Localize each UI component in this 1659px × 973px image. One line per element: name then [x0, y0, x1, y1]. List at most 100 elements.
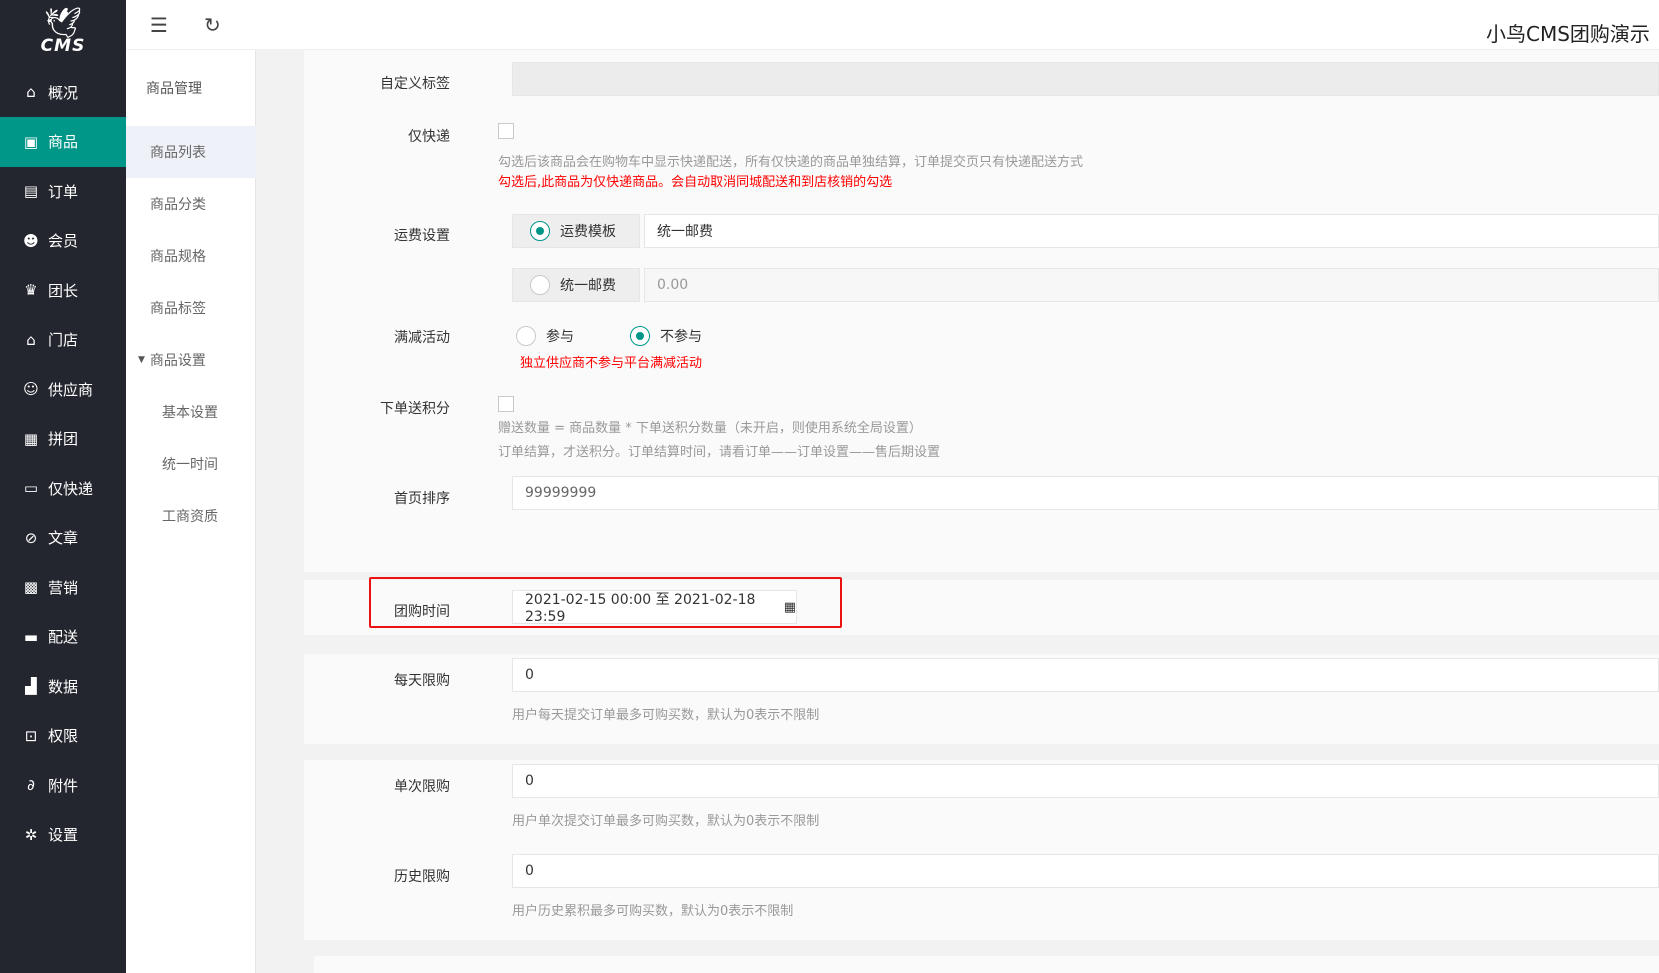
- caret-down-icon: ▼: [138, 355, 145, 365]
- history-limit-hint: 用户历史累积最多可购买数，默认为0表示不限制: [512, 904, 794, 919]
- sidebar-item-14[interactable]: ∂ 附件: [0, 760, 126, 810]
- product-icon: ▣: [23, 132, 39, 151]
- form-card-next: [304, 956, 1659, 973]
- sidebar-item-label: 会员: [48, 232, 79, 250]
- sidebar-item-label: 设置: [48, 826, 79, 844]
- sidebar-item-label: 概况: [48, 83, 79, 102]
- sidebar-item-15[interactable]: ✲ 设置: [0, 810, 126, 860]
- sidebar-item-1[interactable]: ▣ 商品: [0, 116, 126, 167]
- sidebar-item-6[interactable]: ☺ 供应商: [0, 364, 126, 414]
- sidebar-item-0[interactable]: ⌂ 概况: [0, 67, 126, 117]
- subnav-item-product-list[interactable]: 商品列表: [126, 126, 256, 178]
- shipping-label: 运费设置: [394, 228, 450, 244]
- subnav-label: 工商资质: [162, 509, 218, 525]
- subnav-label: 统一时间: [162, 457, 218, 473]
- shipping-template-radio[interactable]: 运费模板: [530, 217, 616, 245]
- discount-warning: 独立供应商不参与平台满减活动: [520, 356, 703, 371]
- radio-unchecked-icon: [530, 275, 550, 295]
- daily-limit-label: 每天限购: [394, 673, 450, 689]
- express-only-hint: 勾选后该商品会在购物车中显示快递配送，所有仅快递的商品单独结算，订单提交页只有快…: [498, 155, 1084, 170]
- settings-icon: ✲: [24, 825, 38, 844]
- custom-tag-input[interactable]: [512, 62, 1659, 96]
- supplier-icon: ☺: [23, 380, 39, 398]
- subnav-label: 商品列表: [150, 145, 206, 161]
- discount-skip-radio[interactable]: 不参与: [630, 322, 702, 350]
- subnav-label: 商品设置: [149, 353, 206, 369]
- radio-label: 统一邮费: [560, 278, 616, 294]
- subnav-group-product-settings[interactable]: ▼ 商品设置: [126, 334, 256, 386]
- refresh-icon[interactable]: ↻: [204, 13, 221, 37]
- order-icon: ▤: [23, 182, 39, 200]
- delivery-icon: ▬: [23, 627, 39, 646]
- home-icon: ⌂: [26, 83, 36, 101]
- subnav-item-product-spec[interactable]: 商品规格: [126, 230, 256, 282]
- subnav-item-unified-time[interactable]: 统一时间: [126, 438, 256, 490]
- express-only-checkbox[interactable]: [498, 123, 514, 139]
- sidebar-item-label: 订单: [48, 182, 79, 201]
- sidebar-item-13[interactable]: ⊡ 权限: [0, 711, 126, 761]
- logo[interactable]: 🕊 CMS: [0, 0, 126, 64]
- subnav-label: 商品管理: [146, 81, 202, 97]
- shipping-flat-input[interactable]: 0.00: [644, 268, 1659, 302]
- sidebar-item-2[interactable]: ▤ 订单: [0, 166, 126, 216]
- sidebar-item-10[interactable]: ▩ 营销: [0, 562, 126, 612]
- member-icon: ☻: [23, 231, 39, 250]
- sidebar-item-label: 权限: [48, 727, 79, 745]
- leader-icon: ♛: [24, 281, 38, 299]
- sidebar-item-7[interactable]: ▦ 拼团: [0, 414, 126, 464]
- subnav-item-basic-settings[interactable]: 基本设置: [126, 386, 256, 438]
- single-limit-input[interactable]: 0: [512, 764, 1659, 798]
- shipping-template-select[interactable]: 统一邮费: [644, 214, 1659, 248]
- sidebar-item-label: 营销: [48, 578, 79, 597]
- subnav-item-business-qualification[interactable]: 工商资质: [126, 490, 256, 542]
- collapse-menu-icon[interactable]: ☰: [150, 13, 168, 37]
- subnav-label: 商品标签: [150, 301, 206, 317]
- sidebar-item-label: 商品: [48, 133, 79, 151]
- sidebar-item-label: 拼团: [48, 430, 79, 448]
- site-title[interactable]: 小鸟CMS团购演示: [1486, 18, 1650, 47]
- attachment-icon: ∂: [27, 776, 35, 794]
- shipping-flat-radio[interactable]: 统一邮费: [530, 271, 616, 299]
- sidebar-item-5[interactable]: ⌂ 门店: [0, 315, 126, 365]
- subnav-label: 商品分类: [150, 197, 206, 213]
- sort-input[interactable]: 99999999: [512, 476, 1659, 510]
- history-limit-label: 历史限购: [394, 869, 450, 885]
- radio-unchecked-icon: [516, 326, 536, 346]
- sidebar-item-label: 文章: [48, 529, 79, 547]
- store-icon: ⌂: [26, 330, 36, 349]
- single-limit-hint: 用户单次提交订单最多可购买数，默认为0表示不限制: [512, 814, 820, 829]
- subnav-item-product-tag[interactable]: 商品标签: [126, 282, 256, 334]
- radio-checked-icon: [530, 221, 550, 241]
- express-icon: ▭: [23, 479, 39, 497]
- sidebar-item-11[interactable]: ▬ 配送: [0, 612, 126, 662]
- data-icon: ▟: [25, 677, 37, 695]
- express-only-label: 仅快递: [408, 129, 450, 145]
- sidebar-item-3[interactable]: ☻ 会员: [0, 216, 126, 266]
- points-checkbox[interactable]: [498, 396, 514, 412]
- logo-text: CMS: [40, 36, 86, 56]
- sidebar-item-label: 附件: [48, 776, 79, 795]
- sidebar-item-label: 配送: [48, 628, 79, 646]
- sidebar-item-label: 供应商: [48, 380, 94, 399]
- single-limit-label: 单次限购: [394, 779, 450, 795]
- permission-icon: ⊡: [24, 726, 38, 745]
- subnav-item-product-category[interactable]: 商品分类: [126, 178, 256, 230]
- points-label: 下单送积分: [380, 401, 450, 417]
- sidebar-item-9[interactable]: ⊘ 文章: [0, 513, 126, 563]
- sidebar-item-4[interactable]: ♛ 团长: [0, 265, 126, 315]
- subnav-label: 商品规格: [150, 249, 206, 265]
- sidebar-item-8[interactable]: ▭ 仅快递: [0, 463, 126, 513]
- form-card-basic: 自定义标签 仅快递 勾选后该商品会在购物车中显示快递配送，所有仅快递的商品单独结…: [304, 50, 1659, 572]
- daily-limit-input[interactable]: 0: [512, 658, 1659, 692]
- discount-join-radio[interactable]: 参与: [516, 322, 574, 350]
- sidebar-item-label: 仅快递: [48, 479, 94, 498]
- main-sidebar: 🕊 CMS ⌂ 概况 ▣ 商品 ▤ 订单 ☻ 会员 ♛ 团长 ⌂ 门店 ☺ 供应商 ▦ 拼团 ▭ 仅快递 ⊘ 文章 ▩ 营…: [0, 0, 126, 973]
- sidebar-item-12[interactable]: ▟ 数据: [0, 661, 126, 711]
- history-limit-input[interactable]: 0: [512, 854, 1659, 888]
- group-buy-icon: ▦: [23, 429, 39, 448]
- sort-label: 首页排序: [394, 491, 450, 507]
- discount-label: 满减活动: [394, 330, 450, 346]
- sidebar-item-label: 门店: [48, 331, 79, 349]
- sidebar-item-label: 数据: [48, 677, 79, 696]
- daily-limit-hint: 用户每天提交订单最多可购买数，默认为0表示不限制: [512, 708, 820, 723]
